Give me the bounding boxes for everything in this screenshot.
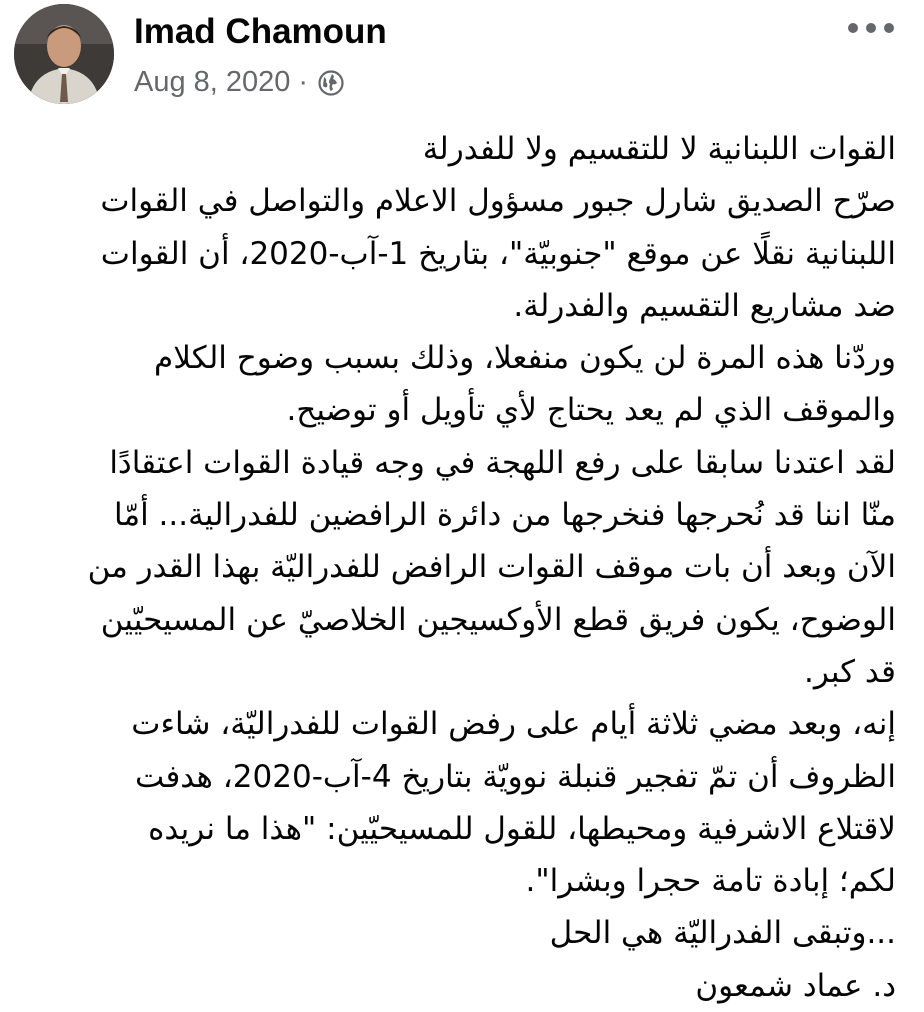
post-meta: Aug 8, 2020 · [134,66,344,99]
post-text-line: الآن وبعد أن بات موقف القوات الرافض للفد… [87,549,896,586]
post-text-line: وردّنا هذه المرة لن يكون منفعلا، وذلك بس… [154,340,896,377]
facebook-post: Imad Chamoun Aug 8, 2020 · القوات اللبنا… [0,0,924,1004]
more-options-icon [866,23,876,33]
globe-icon[interactable] [318,69,344,96]
post-text-line: قد كبر. [803,653,896,690]
post-text-line: لكم؛ إبادة تامة حجرا وبشرا". [525,863,896,900]
post-text-line: الوضوح، يكون فريق قطع الأوكسيجين الخلاصي… [100,601,896,638]
more-options-icon [848,23,858,33]
post-text-line: صرّح الصديق شارل جبور مسؤول الاعلام والت… [100,183,896,220]
post-date[interactable]: Aug 8, 2020 [134,66,290,99]
post-text-line: إنه، وبعد مضي ثلاثة أيام على رفض القوات … [131,706,896,743]
post-text-line: ...وتبقى الفدراليّة هي الحل [549,915,896,952]
post-text-line: د. عماد شمعون [695,967,896,1004]
post-text-line: لاقتلاع الاشرفية ومحيطها، للقول للمسيحيّ… [148,810,896,847]
author-name[interactable]: Imad Chamoun [134,12,387,52]
meta-separator: · [298,66,309,98]
post-body: القوات اللبنانية لا للتقسيم ولا للفدرلة … [16,123,896,1012]
more-options-icon [884,23,894,33]
post-text-line: القوات اللبنانية لا للتقسيم ولا للفدرلة [422,131,896,167]
post-text-line: والموقف الذي لم يعد يحتاج لأي تأويل أو ت… [286,392,896,429]
post-text-line: الظروف أن تمّ تفجير قنبلة نوويّة بتاريخ … [135,758,896,795]
avatar[interactable] [14,4,114,104]
post-text-line: اللبنانية نقلًا عن موقع "جنوبيّة"، بتاري… [100,235,896,272]
avatar-photo [14,4,114,104]
post-text-line: منّا اننا قد نُحرجها فنخرجها من دائرة ال… [114,497,896,534]
more-options-button[interactable] [848,18,894,38]
post-text-line: ضد مشاريع التقسيم والفدرلة. [513,287,896,324]
post-text-line: لقد اعتدنا سابقا على رفع اللهجة في وجه ق… [109,444,896,481]
